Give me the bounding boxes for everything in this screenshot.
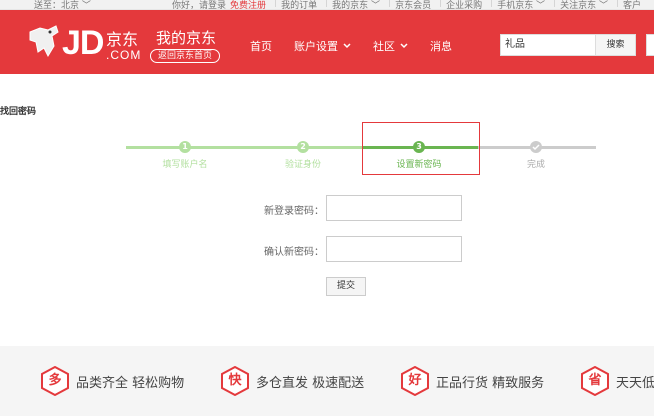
cart-button[interactable] (646, 34, 654, 56)
nav-item-label: 首页 (250, 40, 272, 53)
badge-char: 省 (588, 373, 602, 388)
step-2-label: 验证身份 (284, 160, 322, 170)
new-password-label: 新登录密码： (264, 206, 324, 217)
step-2-dot: 2 (297, 141, 309, 153)
step-4-label: 完成 (526, 160, 546, 170)
top-utility-bar: 送至：北京 ﹀ 你好，请登录 免费注册 | 我的订单 | 我的京东 ﹀ | 京东… (0, 0, 654, 11)
new-password-field[interactable] (326, 195, 462, 221)
jd-dog-icon (29, 25, 59, 58)
search-input[interactable]: 礼品 (501, 35, 595, 55)
progress-steps: 1 2 3 填写账户名 验证身份 设置新密码 完成 (126, 134, 596, 174)
nav-item-label: 社区 (373, 40, 395, 53)
search-button[interactable]: 搜索 (595, 35, 635, 55)
confirm-password-label: 确认新密码： (264, 247, 324, 258)
feature-item: 多 品类齐全 轻松购物 (40, 366, 184, 396)
back-home-button[interactable]: 返回京东首页 (150, 49, 220, 63)
nav-item-community[interactable]: 社区 (373, 38, 408, 54)
page-title: 找回密码 (0, 107, 37, 117)
logo-com-text: .COM (106, 48, 142, 62)
header: JD 京东 .COM 我的京东 返回京东首页 首页 账户设置 社区 消息 礼品 … (0, 10, 654, 74)
service-footer: 多 品类齐全 轻松购物 快 多仓直发 极速配送 好 正品行货 精致服务 省 天天… (0, 346, 654, 416)
nav-item-label: 消息 (430, 40, 452, 53)
badge-char: 快 (228, 373, 242, 388)
chevron-down-icon (343, 42, 351, 51)
jd-logo[interactable]: JD 京东 .COM (26, 16, 146, 68)
step-1-label: 填写账户名 (162, 160, 208, 170)
feature-text: 天天低 (616, 375, 654, 391)
feature-text: 正品行货 精致服务 (436, 375, 545, 391)
check-icon (530, 141, 542, 153)
step-line-done (126, 146, 362, 149)
current-step-highlight (362, 122, 480, 175)
nav-item-messages[interactable]: 消息 (430, 38, 452, 54)
nav-item-home[interactable]: 首页 (250, 38, 272, 54)
feature-item: 快 多仓直发 极速配送 (220, 366, 364, 396)
hexagon-badge-icon: 省 (580, 366, 610, 396)
my-jd-title: 我的京东 (156, 29, 217, 47)
nav-item-account-settings[interactable]: 账户设置 (294, 38, 351, 54)
chevron-down-icon (400, 42, 408, 51)
nav-item-label: 账户设置 (294, 40, 338, 53)
logo-cn-text: 京东 (106, 30, 139, 49)
submit-button[interactable]: 提交 (326, 277, 366, 296)
feature-text: 品类齐全 轻松购物 (76, 375, 185, 391)
hexagon-badge-icon: 好 (400, 366, 430, 396)
hexagon-badge-icon: 多 (40, 366, 70, 396)
hexagon-badge-icon: 快 (220, 366, 250, 396)
main-nav: 首页 账户设置 社区 消息 (250, 38, 474, 54)
badge-char: 好 (408, 373, 422, 388)
feature-text: 多仓直发 极速配送 (256, 375, 365, 391)
feature-item: 好 正品行货 精致服务 (400, 366, 544, 396)
confirm-password-field[interactable] (326, 236, 462, 262)
search-bar: 礼品 搜索 (500, 34, 636, 56)
badge-char: 多 (48, 373, 62, 388)
step-1-dot: 1 (179, 141, 191, 153)
feature-item: 省 天天低 (580, 366, 654, 396)
logo-jd-text: JD (62, 24, 104, 62)
